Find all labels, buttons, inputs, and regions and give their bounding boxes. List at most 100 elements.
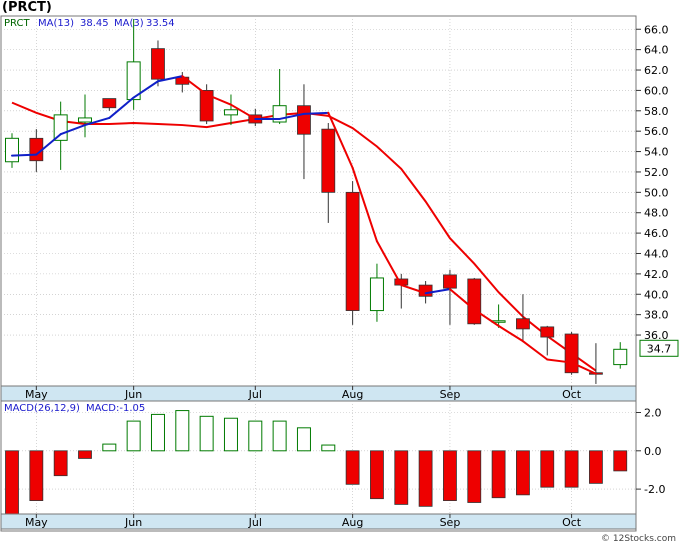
- macd-month-label: Jul: [248, 516, 262, 529]
- macd-bar-negative: [394, 450, 409, 505]
- candle-body-up: [77, 117, 92, 123]
- candle-body-down: [345, 191, 360, 311]
- price-tick-label: 54.0: [644, 146, 669, 159]
- candle: [564, 331, 579, 375]
- month-label: Jun: [124, 388, 142, 401]
- candle: [491, 304, 506, 328]
- candle-body-down: [443, 274, 457, 289]
- macd-tick-label: 0.0: [644, 445, 662, 458]
- price-legend: PRCT MA(13) 38.45 MA(3) 33.54: [4, 18, 175, 29]
- candles: [5, 19, 628, 384]
- ma3-segment: [11, 153, 38, 157]
- candle: [77, 94, 92, 138]
- ma3-segment: [521, 340, 549, 361]
- credit-text: © 12Stocks.com: [601, 534, 676, 544]
- macd-bar-negative: [491, 450, 506, 499]
- macd-y-axis: 2.0 0.0 -2.0: [636, 406, 665, 496]
- macd-month-label: May: [25, 516, 48, 529]
- price-legend-item: 33.54: [146, 18, 175, 29]
- candle-body-down: [516, 318, 530, 330]
- candle-body-down: [102, 98, 117, 109]
- candle: [175, 72, 190, 93]
- candle: [272, 69, 287, 125]
- candle-body-down: [564, 333, 579, 374]
- candle-body-down: [151, 48, 165, 80]
- candle: [443, 269, 457, 325]
- candle: [102, 98, 117, 111]
- price-tick-label: 44.0: [644, 247, 669, 260]
- macd-tick-label: 2.0: [644, 406, 662, 419]
- candle-body-up: [613, 348, 628, 366]
- candle: [613, 342, 628, 369]
- candle: [369, 263, 384, 322]
- price-tick-label: 48.0: [644, 207, 669, 220]
- candle: [297, 84, 311, 180]
- candle-body-up: [53, 114, 68, 141]
- candle: [345, 181, 360, 325]
- macd-bar-negative: [467, 450, 482, 503]
- macd-bar-positive: [248, 420, 263, 452]
- macd-bar-positive: [199, 415, 214, 452]
- month-label: Jul: [248, 388, 262, 401]
- candle-body-up: [5, 137, 19, 163]
- candle-body-down: [540, 326, 555, 338]
- price-tick-label: 64.0: [644, 44, 669, 57]
- macd-bar-negative: [29, 450, 44, 501]
- macd-bar-negative: [78, 450, 92, 459]
- macd-month-label: Jun: [124, 516, 142, 529]
- candle: [394, 273, 409, 309]
- macd-bar-positive: [223, 417, 238, 452]
- macd-bar-positive: [272, 420, 287, 452]
- candle: [540, 325, 555, 356]
- price-legend-item: 38.45: [80, 18, 109, 29]
- price-tick-label: 46.0: [644, 227, 669, 240]
- macd-tick-label: -2.0: [644, 483, 665, 496]
- price-legend-item: MA(13): [38, 18, 74, 29]
- price-y-axis: 66.0 64.0 62.0 60.0 58.0 56.0 54.0 52.0 50.0 48.0…: [636, 23, 669, 342]
- macd-bar-negative: [5, 450, 19, 515]
- last-price-label: 34.7: [639, 339, 679, 357]
- price-tick-label: 66.0: [644, 23, 669, 36]
- macd-bar-negative: [516, 450, 530, 496]
- macd-bar-negative: [589, 450, 603, 484]
- price-tick-label: 62.0: [644, 64, 669, 77]
- candle-body-up: [223, 109, 238, 116]
- candle: [321, 123, 336, 223]
- month-label: Sep: [440, 388, 461, 401]
- price-tick-label: 42.0: [644, 268, 669, 281]
- macd-bars: [5, 410, 628, 515]
- candle: [467, 277, 482, 325]
- last-price-text: 34.7: [647, 342, 672, 355]
- macd-legend: MACD(26,12,9) MACD:-1.05: [4, 403, 145, 414]
- price-tick-label: 60.0: [644, 84, 669, 97]
- candle: [223, 94, 238, 126]
- macd-bar-negative: [540, 450, 555, 488]
- macd-bar-positive: [321, 444, 336, 452]
- candle-body-down: [321, 128, 336, 193]
- macd-bar-negative: [345, 450, 360, 485]
- macd-bar-positive: [150, 413, 165, 452]
- price-tick-label: 52.0: [644, 166, 669, 179]
- candle: [516, 294, 530, 341]
- macd-label-band: [0, 513, 637, 530]
- price-label-band: [0, 385, 637, 402]
- price-panel-frame: [0, 15, 637, 402]
- candle: [5, 133, 19, 168]
- macd-bar-positive: [126, 420, 141, 452]
- macd-bar-negative: [418, 450, 433, 507]
- price-tick-label: 38.0: [644, 309, 669, 322]
- macd-bar-negative: [613, 450, 628, 472]
- price-tick-label: 50.0: [644, 186, 669, 199]
- macd-month-label: Aug: [342, 516, 363, 529]
- macd-bar-negative: [370, 450, 384, 500]
- macd-bar-positive: [175, 410, 190, 452]
- macd-bar-negative: [564, 450, 579, 488]
- candle: [53, 101, 68, 170]
- macd-bar-positive: [296, 427, 311, 452]
- month-label: Oct: [562, 388, 582, 401]
- price-tick-label: 40.0: [644, 288, 669, 301]
- price-chart: 66.0 64.0 62.0 60.0 58.0 56.0 54.0 52.0 50.0 48.0…: [0, 15, 679, 532]
- macd-month-label: Sep: [440, 516, 461, 529]
- candle-body-down: [467, 278, 482, 325]
- price-legend-item: PRCT: [4, 18, 30, 29]
